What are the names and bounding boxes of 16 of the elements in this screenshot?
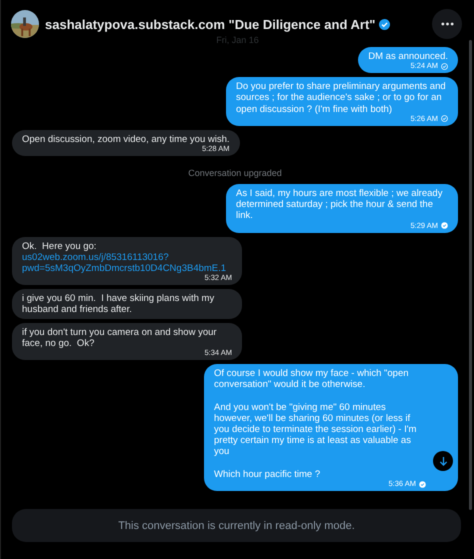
message-text: if you don't turn you camera on and show your face, no go. Ok?	[22, 326, 218, 350]
message-text: Open discussion, zoom video, any time you wish.	[22, 134, 230, 146]
message-text: DM as announced.	[368, 51, 448, 62]
message-link[interactable]: us02web.zoom.us/j/85316113016?pwd=5sM3qOyZmbDmcrstb10D4CNg3B4bmE.1	[22, 252, 232, 274]
conversation-title: sashalatypova.substack.com "Due Diligence and Art"	[45, 16, 376, 32]
message-text: i give you 60 min. I have skiing plans with my husband and friends after.	[22, 293, 216, 316]
more-icon	[440, 22, 454, 26]
message-text: Do you prefer to share preliminary arguments and sources ; for the audience's sake ; or to go for an open discussion ? (I'm fine with both)	[236, 81, 447, 115]
message-text: Of course I would show my face - which "open conversation" would it be otherwise. And you won't be "giving me" 60 minutes however, we'll be sharing 60 minutes (or less if you decide to terminate the session earlier) - I'm pretty certain my time is at least as valuable as you Which hour pacific time ?	[214, 368, 418, 480]
system-notice: Conversation upgraded	[187, 168, 283, 178]
message-text: Ok. Here you go:	[22, 240, 98, 252]
arrow-down-icon	[438, 456, 448, 467]
scrollbar[interactable]	[469, 40, 472, 510]
read-only-text: This conversation is currently in read-only mode.	[118, 520, 355, 532]
message-text: As I said, my hours are most flexible ; we already determined saturday ; pick the hour & send the link.	[236, 188, 444, 222]
more-button[interactable]	[432, 9, 462, 39]
